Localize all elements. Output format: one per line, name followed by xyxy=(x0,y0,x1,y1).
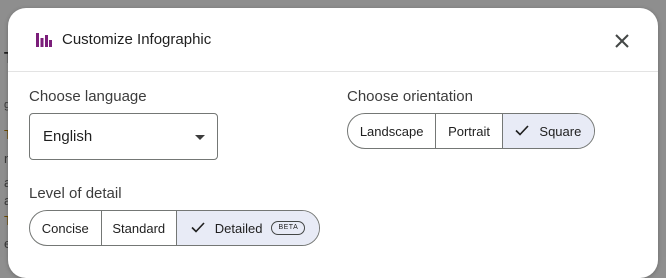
detail-option-standard[interactable]: Standard xyxy=(100,211,176,245)
detail-option-concise[interactable]: Concise xyxy=(30,211,101,245)
close-button[interactable] xyxy=(608,27,636,55)
language-label: Choose language xyxy=(29,88,147,105)
orientation-label: Choose orientation xyxy=(347,88,473,105)
checkmark-icon xyxy=(191,221,205,236)
detail-option-label: Standard xyxy=(112,220,166,236)
language-select[interactable]: English xyxy=(29,113,218,160)
dropdown-arrow-icon xyxy=(195,135,205,140)
detail-label: Level of detail xyxy=(29,185,122,202)
orientation-option-square[interactable]: Square xyxy=(501,114,594,148)
detail-option-label: Concise xyxy=(41,220,89,236)
language-select-value: English xyxy=(43,128,93,145)
orientation-option-label: Square xyxy=(539,123,582,139)
detail-option-detailed[interactable]: Detailed BETA xyxy=(176,211,319,245)
dialog-title: Customize Infographic xyxy=(62,31,212,48)
orientation-option-label: Landscape xyxy=(359,123,424,139)
infographic-icon xyxy=(36,33,52,47)
checkmark-icon xyxy=(515,124,529,139)
orientation-option-landscape[interactable]: Landscape xyxy=(348,114,435,148)
close-icon xyxy=(615,34,629,48)
detail-option-label: Detailed xyxy=(214,220,263,236)
beta-badge: BETA xyxy=(271,221,306,235)
orientation-segmented-control: Landscape Portrait Square xyxy=(347,113,595,149)
orientation-option-label: Portrait xyxy=(448,123,490,139)
orientation-option-portrait[interactable]: Portrait xyxy=(435,114,501,148)
detail-segmented-control: Concise Standard Detailed BETA xyxy=(29,210,320,246)
customize-infographic-dialog: Customize Infographic Choose language En… xyxy=(8,8,658,278)
dialog-header: Customize Infographic xyxy=(8,8,658,72)
